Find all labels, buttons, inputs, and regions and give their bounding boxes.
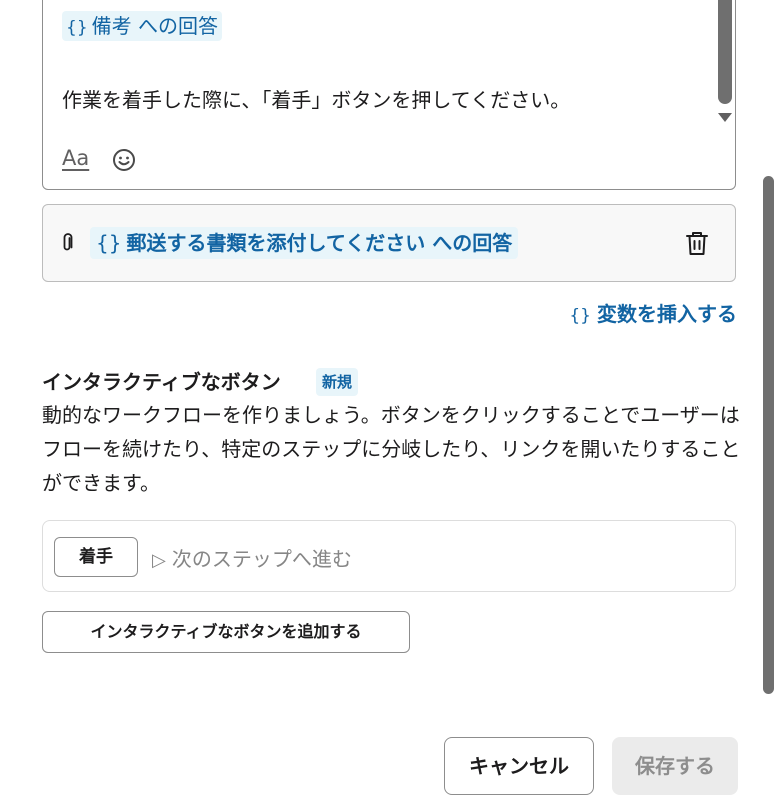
- cancel-button[interactable]: キャンセル: [444, 737, 594, 795]
- save-button[interactable]: 保存する: [612, 737, 738, 795]
- variable-brace-icon: {}: [96, 231, 122, 255]
- variable-brace-icon: {}: [569, 306, 591, 326]
- emoji-icon[interactable]: [112, 148, 136, 172]
- start-button[interactable]: 着手: [54, 537, 138, 577]
- panel-scrollbar[interactable]: [763, 176, 774, 694]
- next-step-label: 次のステップへ進む: [171, 547, 352, 571]
- trash-icon[interactable]: [684, 229, 710, 257]
- scroll-down-arrow-icon[interactable]: [718, 113, 732, 122]
- add-interactive-button[interactable]: インタラクティブなボタンを追加する: [42, 611, 410, 653]
- attachment-variable-chip[interactable]: {} 郵送する書類を添付してください への回答: [90, 227, 519, 259]
- new-badge: 新規: [316, 368, 359, 396]
- section-title: インタラクティブなボタン: [42, 370, 281, 394]
- insert-variable-link[interactable]: {} 変数を挿入する: [569, 298, 737, 327]
- attachment-variable-label: 郵送する書類を添付してください への回答: [126, 231, 513, 255]
- variable-chip-label: 備考 への回答: [91, 14, 218, 38]
- insert-variable-label: 変数を挿入する: [597, 302, 737, 326]
- section-description: 動的なワークフローを作りましょう。ボタンをクリックすることでユーザーはフローを続…: [42, 403, 741, 495]
- next-step-action: ▷ 次のステップへ進む: [152, 543, 352, 572]
- variable-chip-notes[interactable]: {} 備考 への回答: [62, 11, 222, 41]
- paperclip-icon: [63, 233, 73, 251]
- text-format-button[interactable]: Aa: [62, 146, 89, 170]
- interactive-button-row: [42, 520, 736, 592]
- message-body-text[interactable]: 作業を着手した際に、「着手」ボタンを押してください。: [62, 86, 570, 114]
- play-triangle-icon: ▷: [152, 550, 166, 571]
- editor-scrollbar[interactable]: [718, 0, 732, 104]
- variable-brace-icon: {}: [66, 18, 88, 38]
